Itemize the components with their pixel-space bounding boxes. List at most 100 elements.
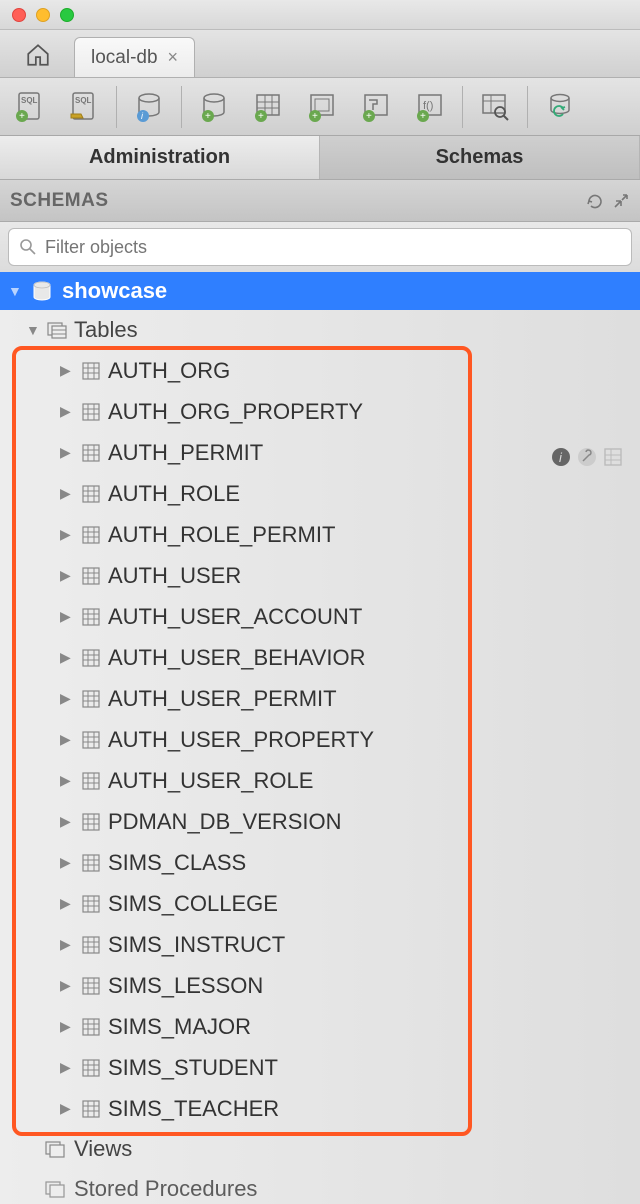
- create-schema-button[interactable]: +: [192, 85, 236, 129]
- expand-triangle-icon: ▶: [60, 977, 74, 994]
- table-name: SIMS_LESSON: [108, 973, 263, 999]
- table-name: AUTH_USER_ACCOUNT: [108, 604, 362, 630]
- views-folder-icon: [44, 1138, 66, 1160]
- table-icon: [82, 731, 100, 749]
- table-node[interactable]: ▶ SIMS_INSTRUCT: [0, 924, 640, 965]
- table-icon: [82, 567, 100, 585]
- close-tab-icon[interactable]: ×: [168, 47, 179, 68]
- table-name: AUTH_USER: [108, 563, 241, 589]
- table-icon: [82, 526, 100, 544]
- object-select-icon[interactable]: [602, 446, 624, 468]
- table-node[interactable]: ▶ SIMS_CLASS: [0, 842, 640, 883]
- db-refresh-icon: [543, 90, 577, 124]
- table-node[interactable]: ▶ AUTH_USER_PROPERTY: [0, 719, 640, 760]
- filter-input-field[interactable]: [45, 237, 621, 258]
- svg-text:+: +: [312, 111, 318, 122]
- expand-triangle-icon: ▶: [60, 936, 74, 953]
- home-tab[interactable]: [14, 37, 62, 73]
- search-table-button[interactable]: [473, 85, 517, 129]
- table-name: SIMS_INSTRUCT: [108, 932, 285, 958]
- table-node[interactable]: ▶ AUTH_ORG_PROPERTY: [0, 391, 640, 432]
- window-titlebar: [0, 0, 640, 30]
- expand-triangle-icon: ▶: [60, 813, 74, 830]
- database-icon: [30, 279, 54, 303]
- table-node[interactable]: ▶ SIMS_STUDENT: [0, 1047, 640, 1088]
- expand-triangle-icon: ▶: [60, 1018, 74, 1035]
- expand-triangle-icon: ▶: [60, 690, 74, 707]
- table-name: SIMS_MAJOR: [108, 1014, 251, 1040]
- server-status-button[interactable]: i: [127, 85, 171, 129]
- tables-folder-icon: [46, 319, 68, 341]
- table-node[interactable]: ▶ AUTH_USER_ROLE: [0, 760, 640, 801]
- expand-triangle-icon: ▶: [60, 485, 74, 502]
- database-node[interactable]: ▼ showcase: [0, 272, 640, 310]
- tab-administration[interactable]: Administration: [0, 136, 320, 179]
- table-name: AUTH_ROLE: [108, 481, 240, 507]
- toolbar-separator: [181, 86, 182, 128]
- stored-procedures-folder[interactable]: Stored Procedures: [0, 1169, 640, 1204]
- expand-triangle-icon: ▼: [8, 283, 22, 299]
- expand-triangle-icon: ▶: [60, 1100, 74, 1117]
- panel-title: SCHEMAS: [10, 190, 109, 212]
- table-icon: [82, 1059, 100, 1077]
- table-icon: [82, 690, 100, 708]
- table-name: AUTH_USER_PERMIT: [108, 686, 337, 712]
- close-window-button[interactable]: [12, 8, 26, 22]
- object-wrench-icon[interactable]: [576, 446, 598, 468]
- object-action-icons: i: [550, 446, 624, 468]
- maximize-window-button[interactable]: [60, 8, 74, 22]
- table-node[interactable]: ▶ SIMS_MAJOR: [0, 1006, 640, 1047]
- expand-triangle-icon: ▶: [60, 403, 74, 420]
- procedure-add-icon: +: [359, 90, 393, 124]
- refresh-button[interactable]: [538, 85, 582, 129]
- expand-triangle-icon: ▶: [60, 1059, 74, 1076]
- table-node[interactable]: ▶ PDMAN_DB_VERSION: [0, 801, 640, 842]
- table-node[interactable]: ▶ AUTH_USER_BEHAVIOR: [0, 637, 640, 678]
- create-table-button[interactable]: +: [246, 85, 290, 129]
- refresh-schemas-icon[interactable]: [586, 192, 604, 210]
- expand-triangle-icon: ▶: [60, 444, 74, 461]
- table-node[interactable]: ▶ AUTH_PERMIT: [0, 432, 640, 473]
- table-node[interactable]: ▶ SIMS_COLLEGE: [0, 883, 640, 924]
- connection-tab[interactable]: local-db ×: [74, 37, 195, 77]
- expand-triangle-icon: ▶: [60, 362, 74, 379]
- create-procedure-button[interactable]: +: [354, 85, 398, 129]
- table-node[interactable]: ▶ AUTH_USER_PERMIT: [0, 678, 640, 719]
- table-name: AUTH_PERMIT: [108, 440, 263, 466]
- tab-schemas[interactable]: Schemas: [320, 136, 640, 179]
- create-function-button[interactable]: f() +: [408, 85, 452, 129]
- table-name: SIMS_STUDENT: [108, 1055, 278, 1081]
- collapse-panel-icon[interactable]: [612, 192, 630, 210]
- tables-folder[interactable]: ▼ Tables: [0, 310, 640, 350]
- table-node[interactable]: ▶ AUTH_USER_ACCOUNT: [0, 596, 640, 637]
- expand-triangle-icon: ▶: [60, 526, 74, 543]
- schema-tree: ▼ showcase ▼ Tables ▶ AUTH_ORG ▶ A: [0, 272, 640, 1204]
- procedures-folder-icon: [44, 1178, 66, 1200]
- new-sql-file-button[interactable]: SQL +: [8, 85, 52, 129]
- table-node[interactable]: ▶ AUTH_USER: [0, 555, 640, 596]
- stored-procedures-label: Stored Procedures: [74, 1176, 257, 1202]
- svg-text:+: +: [420, 111, 426, 122]
- expand-triangle-icon: ▶: [60, 854, 74, 871]
- table-node[interactable]: ▶ SIMS_LESSON: [0, 965, 640, 1006]
- views-folder[interactable]: Views: [0, 1129, 640, 1169]
- object-info-icon[interactable]: i: [550, 446, 572, 468]
- table-name: PDMAN_DB_VERSION: [108, 809, 342, 835]
- filter-objects-input[interactable]: [8, 228, 632, 266]
- svg-text:+: +: [366, 111, 372, 122]
- table-node[interactable]: ▶ AUTH_ROLE_PERMIT: [0, 514, 640, 555]
- tab-label: local-db: [91, 47, 158, 69]
- create-view-button[interactable]: +: [300, 85, 344, 129]
- open-sql-file-button[interactable]: SQL: [62, 85, 106, 129]
- minimize-window-button[interactable]: [36, 8, 50, 22]
- expand-triangle-icon: ▶: [60, 608, 74, 625]
- svg-text:SQL: SQL: [75, 96, 92, 105]
- expand-triangle-icon: ▼: [26, 322, 40, 338]
- table-node[interactable]: ▶ AUTH_ORG: [0, 350, 640, 391]
- table-node[interactable]: ▶ AUTH_ROLE: [0, 473, 640, 514]
- svg-text:+: +: [19, 111, 25, 122]
- filter-container: [0, 222, 640, 272]
- database-label: showcase: [62, 278, 167, 304]
- table-name: SIMS_TEACHER: [108, 1096, 279, 1122]
- table-node[interactable]: ▶ SIMS_TEACHER: [0, 1088, 640, 1129]
